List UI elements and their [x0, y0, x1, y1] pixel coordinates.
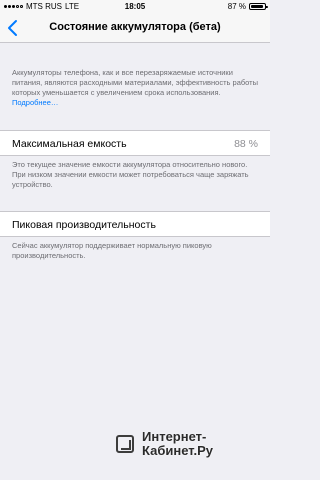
watermark-line2: Кабинет.Ру — [142, 443, 213, 458]
status-bar: MTS RUS LTE 18:05 87 % — [0, 0, 270, 14]
max-capacity-row: Максимальная емкость 88 % — [0, 130, 270, 156]
learn-more-link[interactable]: Подробнее… — [12, 98, 58, 107]
max-capacity-value: 88 % — [234, 138, 258, 150]
battery-icon — [249, 3, 268, 10]
peak-performance-label: Пиковая производительность — [12, 219, 156, 231]
intro-text: Аккумуляторы телефона, как и все перезар… — [12, 68, 259, 97]
peak-performance-description: Сейчас аккумулятор поддерживает нормальн… — [12, 241, 212, 260]
intro-description: Аккумуляторы телефона, как и все перезар… — [12, 68, 258, 108]
max-capacity-description: Это текущее значение емкости аккумулятор… — [12, 160, 249, 189]
watermark-logo: Интернет- Кабинет.Ру — [116, 430, 213, 458]
battery-fill — [251, 5, 263, 8]
page-title: Состояние аккумулятора (бета) — [49, 21, 221, 33]
battery-percent: 87 % — [227, 2, 246, 11]
watermark-icon — [116, 435, 134, 453]
watermark-text: Интернет- Кабинет.Ру — [142, 430, 213, 458]
max-capacity-label: Максимальная емкость — [12, 138, 127, 150]
watermark-line1: Интернет- — [142, 429, 207, 444]
status-right: 87 % — [227, 2, 268, 11]
peak-performance-row: Пиковая производительность — [0, 211, 270, 237]
navigation-bar: Состояние аккумулятора (бета) — [0, 14, 270, 43]
